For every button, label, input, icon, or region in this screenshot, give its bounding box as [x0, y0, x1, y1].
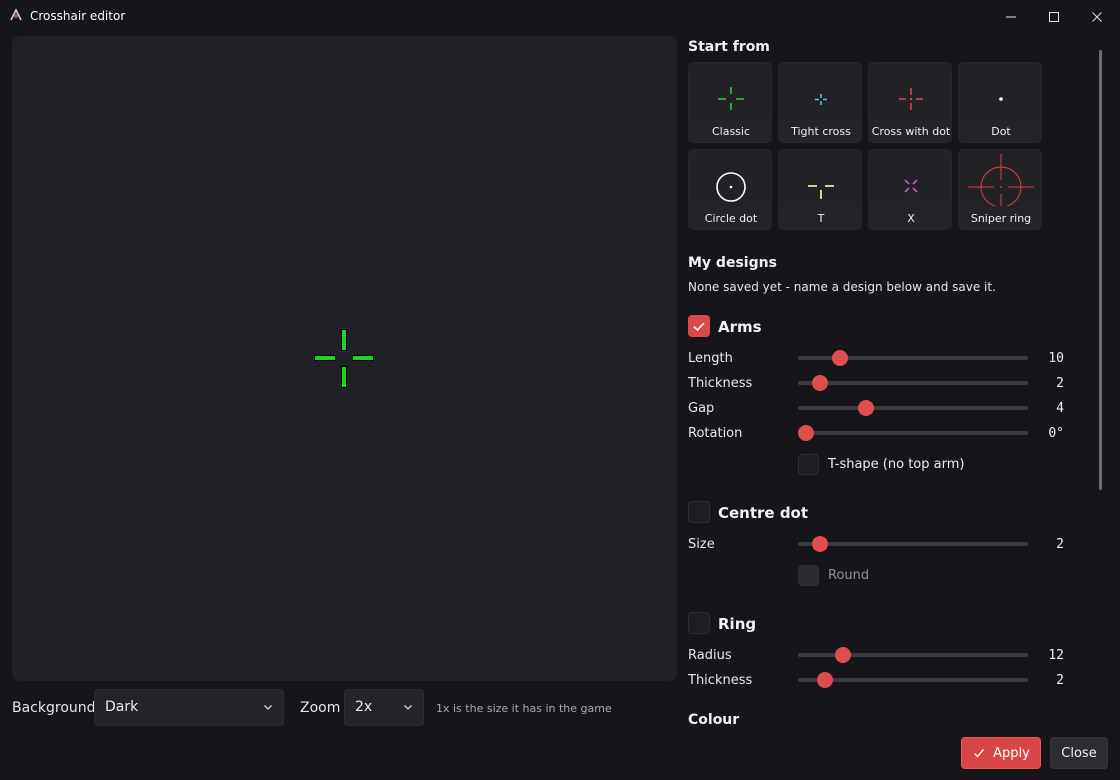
arms-checkbox[interactable]	[688, 315, 710, 337]
minimize-icon	[1005, 16, 1016, 17]
preset-dot[interactable]: Dot	[958, 62, 1042, 143]
x-preset-icon	[904, 179, 918, 193]
apply-button[interactable]: Apply	[961, 737, 1041, 769]
t-preset-icon	[808, 185, 834, 199]
classic-preset-icon	[718, 87, 744, 110]
thickness-value: 2	[1056, 376, 1064, 391]
thickness-label: Thickness	[688, 376, 753, 391]
gap-slider[interactable]	[798, 400, 1028, 416]
preset-label: Classic	[711, 125, 751, 138]
rotation-label: Rotation	[688, 426, 743, 441]
round-label: Round	[828, 568, 870, 583]
close-button[interactable]: Close	[1050, 737, 1108, 769]
radius-value: 12	[1048, 648, 1064, 663]
ring-thickness-value: 2	[1056, 673, 1064, 688]
preset-circle-dot[interactable]: Circle dot	[688, 149, 772, 230]
cross-with-dot-preset-icon	[899, 88, 923, 110]
length-slider[interactable]	[798, 350, 1028, 366]
zoom-select-value: 2x	[355, 699, 373, 715]
background-select-value: Dark	[105, 699, 139, 715]
background-label: Background	[12, 700, 96, 716]
apply-button-label: Apply	[993, 745, 1030, 761]
rotation-slider[interactable]	[798, 425, 1028, 441]
gap-value: 4	[1056, 401, 1064, 416]
close-icon	[1091, 11, 1102, 22]
tight-cross-preset-icon	[815, 94, 827, 105]
ring-checkbox[interactable]	[688, 612, 710, 634]
checkmark-icon	[693, 322, 705, 332]
dot-size-label: Size	[688, 537, 715, 552]
gap-slider-thumb[interactable]	[858, 400, 874, 416]
sniper-ring-preset-icon	[968, 154, 1034, 206]
dot-size-slider-thumb[interactable]	[812, 536, 828, 552]
app-icon	[10, 8, 22, 21]
zoom-hint: 1x is the size it has in the game	[436, 702, 612, 715]
rotation-value: 0°	[1048, 426, 1064, 441]
ring-thickness-slider-thumb[interactable]	[817, 672, 833, 688]
ring-thickness-slider[interactable]	[798, 672, 1028, 688]
radius-slider-thumb[interactable]	[835, 647, 851, 663]
radius-label: Radius	[688, 648, 732, 663]
background-select[interactable]: Dark	[94, 689, 284, 726]
crosshair-preview-canvas	[314, 329, 374, 388]
dot-size-value: 2	[1056, 537, 1064, 552]
title-bar: Crosshair editor	[0, 0, 1120, 33]
colour-heading: Colour	[688, 712, 740, 728]
arms-title: Arms	[718, 318, 762, 336]
zoom-select[interactable]: 2x	[344, 689, 424, 726]
thickness-slider-thumb[interactable]	[812, 375, 828, 391]
ring-thickness-label: Thickness	[688, 673, 753, 688]
my-designs-heading: My designs	[688, 255, 777, 271]
crosshair-graphic	[314, 329, 374, 388]
dot-preset-icon	[999, 97, 1003, 101]
centre-dot-title: Centre dot	[718, 504, 809, 522]
zoom-label: Zoom	[300, 700, 341, 716]
length-label: Length	[688, 351, 733, 366]
centre-dot-checkbox[interactable]	[688, 501, 710, 523]
crosshair-preview[interactable]	[12, 36, 677, 681]
thickness-slider[interactable]	[798, 375, 1028, 391]
preset-label: Dot	[991, 125, 1011, 138]
start-from-heading: Start from	[688, 39, 770, 55]
t-shape-checkbox[interactable]	[798, 454, 819, 475]
radius-slider[interactable]	[798, 647, 1028, 663]
gap-label: Gap	[688, 401, 715, 416]
dot-size-slider[interactable]	[798, 536, 1028, 552]
maximize-icon	[1048, 11, 1059, 22]
preset-label: Circle dot	[704, 212, 758, 225]
close-window-button[interactable]	[1078, 0, 1115, 33]
minimize-button[interactable]	[992, 0, 1029, 33]
preset-cross-with-dot[interactable]: Cross with dot	[868, 62, 952, 143]
chevron-down-icon	[404, 705, 412, 710]
preset-classic[interactable]: Classic	[688, 62, 772, 143]
close-button-label: Close	[1061, 745, 1097, 761]
preset-x[interactable]: X	[868, 149, 952, 230]
t-shape-label: T-shape (no top arm)	[828, 457, 965, 472]
preset-sniper-ring[interactable]: Sniper ring	[958, 149, 1042, 230]
chevron-down-icon	[264, 705, 272, 710]
window-title: Crosshair editor	[30, 9, 126, 23]
maximize-button[interactable]	[1035, 0, 1072, 33]
my-designs-empty-note: None saved yet - name a design below and…	[688, 280, 996, 294]
checkmark-icon	[974, 749, 985, 758]
preset-label: Sniper ring	[970, 212, 1032, 225]
round-checkbox[interactable]	[798, 565, 819, 586]
circle-dot-preset-icon	[716, 172, 746, 202]
preset-t[interactable]: T	[778, 149, 862, 230]
length-value: 10	[1048, 351, 1064, 366]
preset-label: Tight cross	[791, 125, 851, 138]
preset-tight-cross[interactable]: Tight cross	[778, 62, 862, 143]
preset-label: Cross with dot	[871, 125, 951, 138]
preset-label: X	[907, 212, 915, 225]
rotation-slider-thumb[interactable]	[798, 425, 814, 441]
ring-title: Ring	[718, 615, 757, 633]
length-slider-thumb[interactable]	[832, 350, 848, 366]
panel-scrollbar[interactable]	[1099, 50, 1102, 490]
preset-label: T	[817, 212, 825, 225]
